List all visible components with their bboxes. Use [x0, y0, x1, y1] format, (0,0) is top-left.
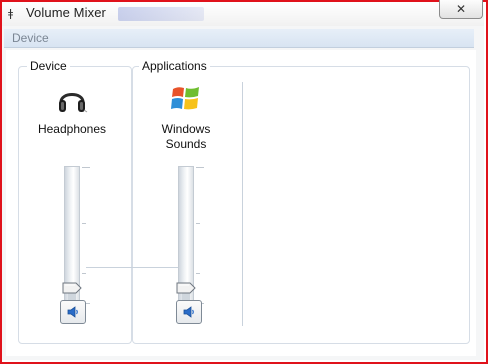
window-title: Volume Mixer: [26, 5, 106, 20]
device-group-label: Device: [27, 58, 70, 74]
volume-tick: [82, 167, 90, 168]
background-title-ghost: [118, 7, 204, 21]
volume-tick: [196, 223, 200, 224]
title-bar[interactable]: ǂ Volume Mixer: [2, 2, 484, 26]
close-button[interactable]: ✕: [439, 0, 483, 19]
app-volume-ticks: [196, 165, 204, 305]
mixer-content: Device Applications Headphones Windows S…: [6, 50, 476, 356]
speaker-icon: [183, 306, 194, 318]
menu-item-device[interactable]: Device: [12, 31, 49, 45]
level-connector-line: [86, 267, 182, 268]
speaker-icon: [67, 306, 78, 318]
device-name: Headphones: [37, 122, 107, 136]
volume-tick: [196, 273, 200, 274]
device-volume-ticks: [82, 165, 90, 305]
app-mute-button[interactable]: [176, 300, 202, 324]
applications-group-label: Applications: [139, 58, 210, 74]
volume-tick: [196, 167, 204, 168]
volume-mixer-window: ǂ Volume Mixer ✕ Device Device Applicati…: [2, 0, 484, 360]
window-menu-icon[interactable]: ǂ: [8, 8, 14, 20]
device-mute-button[interactable]: [60, 300, 86, 324]
windows-logo-icon[interactable]: [170, 82, 202, 114]
menu-bar: Device: [4, 29, 474, 48]
app-name-windows-sounds: Windows Sounds: [161, 122, 211, 151]
applications-divider: [242, 82, 243, 326]
app-volume-thumb[interactable]: [176, 282, 196, 294]
device-volume-thumb[interactable]: [62, 282, 82, 294]
headphones-icon[interactable]: [56, 84, 88, 116]
volume-tick: [82, 273, 86, 274]
volume-tick: [82, 223, 86, 224]
